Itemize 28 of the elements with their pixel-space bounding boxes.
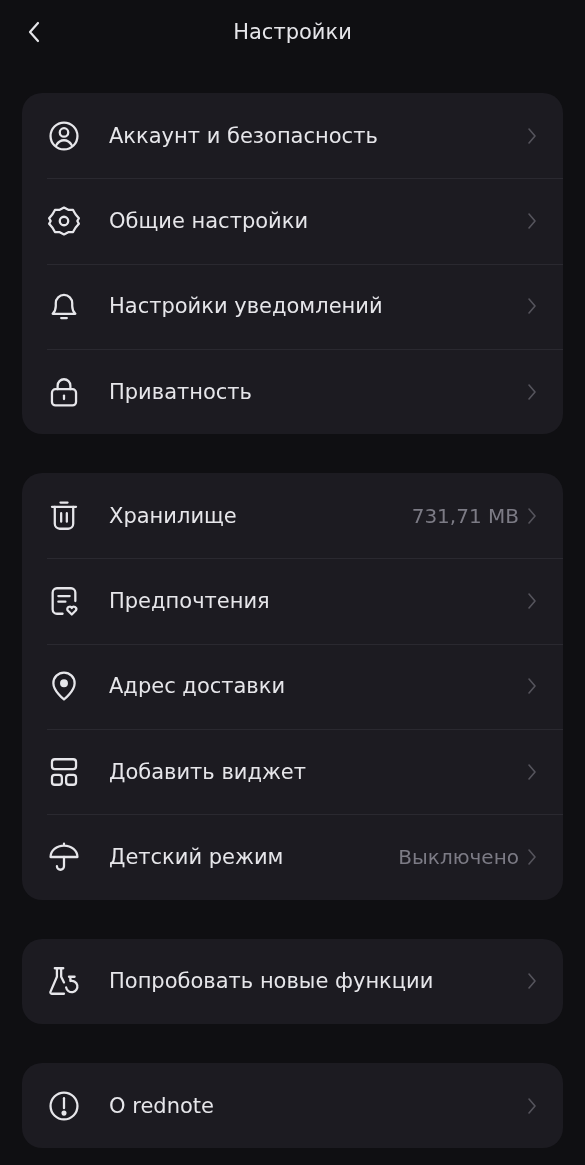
chevron-icon	[527, 592, 537, 611]
chevron-icon	[527, 762, 537, 781]
setting-value: 731,71 MB	[411, 503, 519, 528]
chevron-icon	[527, 126, 537, 145]
chevron-icon	[527, 297, 537, 316]
settings-item[interactable]: Хранилище	[109, 503, 412, 528]
page-title: Настройки	[233, 20, 352, 44]
settings-item[interactable]: Попробовать новые функции	[109, 969, 527, 994]
warning-icon	[47, 1088, 81, 1123]
chevron-icon	[527, 382, 537, 401]
chevron-icon	[527, 972, 537, 991]
settings-item[interactable]: Предпочтения	[109, 589, 527, 614]
user-icon	[47, 118, 81, 153]
settings-item[interactable]: Приватность	[109, 379, 527, 404]
umbrella-icon	[47, 840, 81, 874]
settings-item[interactable]: О rednote	[109, 1093, 527, 1118]
chevron-icon	[527, 677, 537, 696]
settings-item[interactable]: Общие настройки	[109, 208, 527, 233]
chevron-icon	[527, 848, 537, 866]
setting-value: Выключено	[398, 845, 519, 869]
settings-item[interactable]: Настройки уведомлений	[109, 294, 527, 319]
settings-item[interactable]: Аккаунт и безопасность	[109, 123, 527, 148]
chevron-icon	[527, 211, 537, 230]
settings-item[interactable]: Добавить виджет	[109, 759, 527, 784]
settings-item[interactable]: Детский режим	[109, 845, 399, 869]
settings-item[interactable]: Адрес доставки	[109, 674, 527, 699]
chevron-icon	[527, 1096, 537, 1115]
chevron-icon	[527, 506, 537, 525]
